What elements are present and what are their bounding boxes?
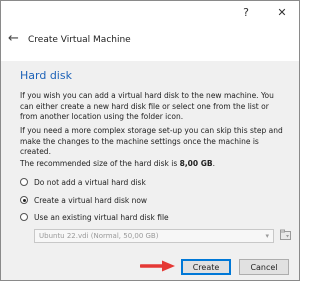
recommended-size: 8,00 GB [179, 159, 213, 168]
recommended-prefix: The recommended size of the hard disk is [20, 159, 180, 168]
title-bar: ? ✕ [1, 1, 299, 23]
disk-file-value: Ubuntu 22.vdi (Normal, 50,00 GB) [39, 232, 159, 240]
dialog-title: Create Virtual Machine [28, 35, 131, 45]
radio-button-selected[interactable] [20, 196, 28, 204]
radio-button[interactable] [20, 213, 28, 221]
red-arrow-icon [140, 260, 175, 272]
back-arrow-icon[interactable]: ← [8, 31, 19, 46]
cancel-button[interactable]: Cancel [239, 259, 289, 275]
option-label: Create a virtual hard disk now [34, 195, 148, 205]
section-title: Hard disk [20, 69, 72, 82]
disk-file-select[interactable]: Ubuntu 22.vdi (Normal, 50,00 GB) ▾ [34, 229, 274, 243]
option-no-disk[interactable]: Do not add a virtual hard disk [20, 176, 146, 188]
intro-paragraph: If you wish you can add a virtual hard d… [20, 91, 274, 121]
recommended-size-text: The recommended size of the hard disk is… [20, 159, 288, 170]
option-create-disk[interactable]: Create a virtual hard disk now [20, 194, 147, 206]
recommended-suffix: . [212, 159, 215, 168]
folder-icon[interactable] [280, 228, 291, 242]
storage-paragraph: If you need a more complex storage set-u… [20, 126, 283, 156]
close-icon[interactable]: ✕ [265, 1, 299, 23]
option-label: Use an existing virtual hard disk file [34, 212, 169, 222]
create-button[interactable]: Create [181, 259, 231, 275]
chevron-down-icon: ▾ [265, 232, 269, 240]
help-icon[interactable]: ? [229, 1, 263, 23]
option-existing-disk[interactable]: Use an existing virtual hard disk file [20, 211, 169, 223]
option-label: Do not add a virtual hard disk [34, 177, 146, 187]
radio-button[interactable] [20, 178, 28, 186]
dialog-header: ← Create Virtual Machine [1, 23, 299, 61]
dialog-window: ? ✕ ← Create Virtual Machine Hard disk I… [0, 0, 300, 281]
